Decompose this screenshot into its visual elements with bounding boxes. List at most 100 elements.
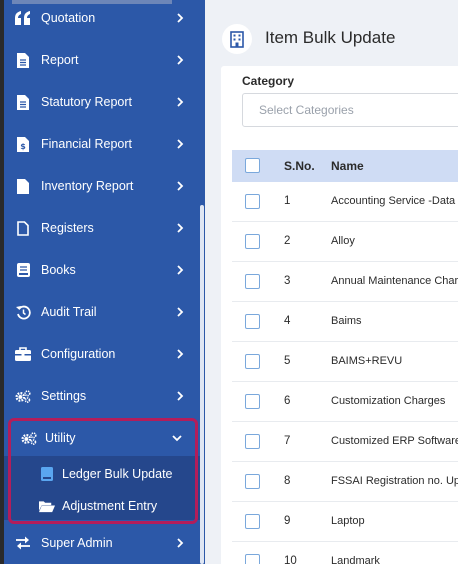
table-header: S.No. Name: [232, 150, 458, 182]
row-name: Baims: [331, 315, 362, 327]
cogs-icon: [15, 388, 31, 404]
table-row: 4 Baims: [232, 302, 458, 342]
row-checkbox[interactable]: [245, 394, 260, 409]
table-row: 3 Annual Maintenance Charg: [232, 262, 458, 302]
category-select[interactable]: Select Categories: [242, 93, 458, 127]
chevron-right-icon: [175, 55, 185, 65]
row-checkbox[interactable]: [245, 434, 260, 449]
content-card: Category Select Categories S.No. Name 1 …: [221, 66, 458, 564]
sidebar-item-label: Audit Trail: [41, 305, 97, 319]
sidebar-item-settings[interactable]: Settings: [4, 375, 201, 417]
row-checkbox[interactable]: [245, 514, 260, 529]
column-header-sno: S.No.: [284, 159, 315, 173]
table-row: 9 Laptop: [232, 502, 458, 542]
table-row: 6 Customization Charges: [232, 382, 458, 422]
sidebar-item-label: Statutory Report: [41, 95, 133, 109]
document-icon: [15, 52, 31, 68]
category-placeholder: Select Categories: [259, 103, 354, 117]
quote-icon: [15, 10, 31, 26]
row-sno: 4: [284, 315, 291, 327]
chevron-right-icon: [175, 181, 185, 191]
file-icon: [15, 178, 31, 194]
page-header: Item Bulk Update: [205, 14, 458, 62]
row-name: BAIMS+REVU: [331, 355, 403, 367]
app-window: Quotation Report Statutory Report $ Fina…: [0, 0, 458, 564]
table-row: 8 FSSAI Registration no. Upd: [232, 462, 458, 502]
row-checkbox[interactable]: [245, 194, 260, 209]
chevron-right-icon: [175, 538, 185, 548]
row-sno: 3: [284, 275, 291, 287]
sidebar-scrollbar[interactable]: [200, 205, 204, 564]
row-checkbox[interactable]: [245, 234, 260, 249]
sidebar-item-configuration[interactable]: Configuration: [4, 333, 201, 375]
chevron-right-icon: [175, 349, 185, 359]
sidebar-item-label: Settings: [41, 389, 87, 403]
row-checkbox[interactable]: [245, 274, 260, 289]
column-header-name: Name: [331, 159, 364, 173]
row-checkbox[interactable]: [245, 354, 260, 369]
row-sno: 10: [284, 555, 297, 564]
row-sno: 7: [284, 435, 291, 447]
table-row: 5 BAIMS+REVU: [232, 342, 458, 382]
row-name: Alloy: [331, 235, 355, 247]
table-row: 1 Accounting Service -Data En: [232, 182, 458, 222]
table-row: 2 Alloy: [232, 222, 458, 262]
row-checkbox[interactable]: [245, 474, 260, 489]
table-row: 10 Landmark: [232, 542, 458, 564]
sidebar-item-quotation[interactable]: Quotation: [4, 0, 201, 39]
history-icon: [15, 304, 31, 320]
row-checkbox[interactable]: [245, 554, 260, 564]
toolbox-icon: [15, 346, 31, 362]
chevron-right-icon: [175, 391, 185, 401]
file-outline-icon: [15, 220, 31, 236]
chevron-right-icon: [175, 13, 185, 23]
sidebar-item-label: Quotation: [41, 11, 96, 25]
main-content: Item Bulk Update Category Select Categor…: [205, 0, 458, 564]
row-name: Customization Charges: [331, 395, 446, 407]
sidebar-item-books[interactable]: Books: [4, 249, 201, 291]
row-name: Customized ERP Software: [331, 435, 458, 447]
chevron-right-icon: [175, 139, 185, 149]
chevron-right-icon: [175, 307, 185, 317]
chevron-right-icon: [175, 265, 185, 275]
row-name: Annual Maintenance Charg: [331, 275, 458, 287]
category-label: Category: [242, 74, 295, 88]
sidebar-item-super-admin[interactable]: Super Admin: [4, 522, 201, 564]
sidebar-item-label: Report: [41, 53, 79, 67]
chevron-right-icon: [175, 97, 185, 107]
sidebar-item-label: Configuration: [41, 347, 116, 361]
sidebar-item-audit-trail[interactable]: Audit Trail: [4, 291, 201, 333]
row-sno: 9: [284, 515, 291, 527]
sidebar-item-label: Super Admin: [41, 536, 113, 550]
sidebar-item-label: Registers: [41, 221, 94, 235]
svg-text:$: $: [20, 142, 26, 151]
sidebar-item-financial-report[interactable]: $ Financial Report: [4, 123, 201, 165]
row-name: FSSAI Registration no. Upd: [331, 475, 458, 487]
row-checkbox[interactable]: [245, 314, 260, 329]
document-icon: [15, 94, 31, 110]
row-name: Accounting Service -Data En: [331, 195, 458, 207]
building-icon: [222, 24, 252, 54]
table-row: 7 Customized ERP Software: [232, 422, 458, 462]
sidebar-item-label: Inventory Report: [41, 179, 134, 193]
sidebar-item-report[interactable]: Report: [4, 39, 201, 81]
select-all-checkbox[interactable]: [245, 158, 260, 173]
row-name: Laptop: [331, 515, 365, 527]
row-sno: 6: [284, 395, 291, 407]
invoice-icon: $: [15, 136, 31, 152]
chevron-right-icon: [175, 223, 185, 233]
exchange-icon: [15, 535, 31, 551]
row-sno: 8: [284, 475, 291, 487]
sidebar-item-label: Financial Report: [41, 137, 133, 151]
row-sno: 1: [284, 195, 291, 207]
row-sno: 5: [284, 355, 291, 367]
row-name: Landmark: [331, 555, 380, 564]
sidebar-item-label: Books: [41, 263, 76, 277]
sidebar-item-registers[interactable]: Registers: [4, 207, 201, 249]
sidebar-item-statutory-report[interactable]: Statutory Report: [4, 81, 201, 123]
book-icon: [15, 262, 31, 278]
row-sno: 2: [284, 235, 291, 247]
sidebar-item-inventory-report[interactable]: Inventory Report: [4, 165, 201, 207]
page-title: Item Bulk Update: [265, 28, 396, 47]
sidebar: Quotation Report Statutory Report $ Fina…: [4, 0, 205, 564]
